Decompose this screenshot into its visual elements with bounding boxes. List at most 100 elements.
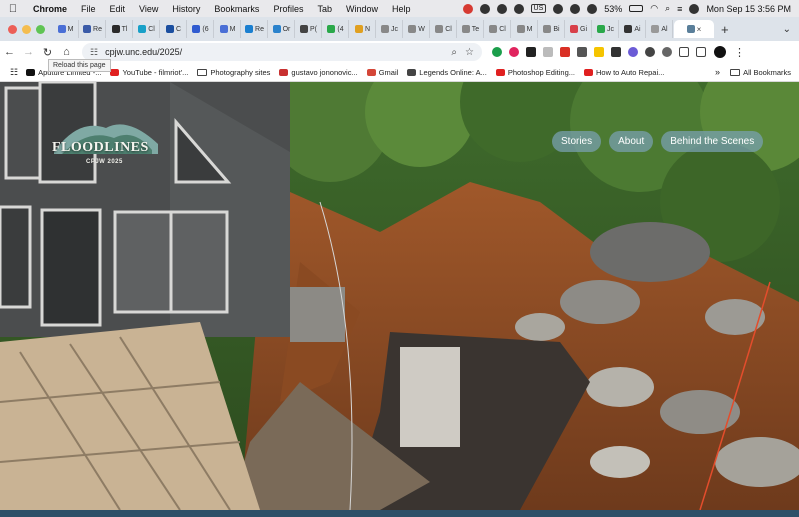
nav-stories-button[interactable]: Stories: [552, 131, 602, 152]
play-icon[interactable]: [553, 3, 564, 14]
battery-icon[interactable]: [629, 5, 644, 12]
tab-active[interactable]: ×: [674, 20, 714, 38]
minimize-window-button[interactable]: [22, 24, 31, 34]
tab[interactable]: Re: [242, 20, 268, 38]
tab-favicon: [516, 25, 525, 33]
tab[interactable]: Te: [458, 20, 484, 38]
bookmark-item[interactable]: How to Auto Repai...: [584, 68, 664, 77]
bookmark-star-icon[interactable]: ☆: [465, 47, 474, 58]
extension-icon[interactable]: [543, 47, 553, 57]
search-icon[interactable]: ⌕: [665, 3, 670, 14]
nav-about-button[interactable]: About: [609, 131, 654, 152]
bookmark-favicon: [584, 68, 593, 76]
profile-avatar[interactable]: [714, 46, 726, 58]
tab[interactable]: Al: [647, 20, 673, 38]
forward-button[interactable]: →: [19, 46, 38, 58]
tab[interactable]: Gi: [566, 20, 592, 38]
menu-chrome[interactable]: Chrome: [26, 4, 74, 14]
tab[interactable]: (4: [323, 20, 349, 38]
extension-icon[interactable]: [526, 47, 536, 57]
apps-grid-icon[interactable]: ☷: [10, 67, 18, 78]
sync-icon[interactable]: [513, 3, 524, 14]
tab-search-icon[interactable]: ⌄: [783, 24, 791, 35]
tab[interactable]: Bi: [539, 20, 565, 38]
download-icon[interactable]: [696, 47, 706, 57]
home-button[interactable]: ⌂: [57, 46, 76, 58]
extension-icon[interactable]: [645, 47, 655, 57]
menu-file[interactable]: File: [74, 4, 103, 14]
clock[interactable]: Mon Sep 15 3:56 PM: [706, 4, 791, 14]
bookmark-item[interactable]: YouTube - filmriot'...: [110, 68, 188, 77]
record-icon[interactable]: [462, 3, 473, 14]
menu-history[interactable]: History: [165, 4, 207, 14]
extension-icon[interactable]: [492, 47, 502, 57]
dropbox-icon[interactable]: [496, 3, 507, 14]
tab[interactable]: Cl: [485, 20, 511, 38]
menu-tab[interactable]: Tab: [310, 4, 339, 14]
tab-label: Jc: [391, 25, 398, 33]
menu-edit[interactable]: Edit: [103, 4, 133, 14]
tab[interactable]: N: [350, 20, 376, 38]
bookmark-item[interactable]: Legends Online: A...: [407, 68, 487, 77]
site-info-icon[interactable]: ☷: [90, 47, 98, 58]
extensions-puzzle-icon[interactable]: [679, 47, 689, 57]
bookmark-item[interactable]: Photography sites: [197, 68, 270, 77]
bookmark-item[interactable]: gustavo jononovic...: [279, 68, 358, 77]
new-tab-button[interactable]: +: [715, 22, 735, 37]
tab[interactable]: (6: [188, 20, 214, 38]
input-source-indicator[interactable]: US: [530, 4, 547, 13]
tab[interactable]: M: [512, 20, 538, 38]
wifi-icon[interactable]: ◠: [650, 3, 658, 14]
menu-bookmarks[interactable]: Bookmarks: [207, 4, 266, 14]
tab[interactable]: Jc: [377, 20, 403, 38]
extension-icon[interactable]: [628, 47, 638, 57]
url-text[interactable]: cpjw.unc.edu/2025/: [105, 47, 443, 57]
site-logo[interactable]: FLOODLINES CPJW 2025: [48, 114, 164, 170]
bookmark-item[interactable]: Photoshop Editing...: [495, 68, 575, 77]
close-window-button[interactable]: [8, 24, 17, 34]
tab[interactable]: M: [53, 20, 79, 38]
tab[interactable]: Cl: [134, 20, 160, 38]
bookmarks-bar: ☷ Aputure Limited -... YouTube - filmriot…: [0, 63, 799, 82]
extension-icon[interactable]: [662, 47, 672, 57]
extension-icon[interactable]: [509, 47, 519, 57]
all-bookmarks-button[interactable]: All Bookmarks: [730, 68, 791, 77]
tab-close-icon[interactable]: ×: [697, 25, 702, 34]
apple-icon[interactable]: : [0, 3, 26, 15]
creative-cloud-icon[interactable]: [479, 3, 490, 14]
more-bookmarks-button[interactable]: »: [715, 67, 720, 77]
bluetooth-icon[interactable]: [587, 3, 598, 14]
siri-icon[interactable]: [689, 3, 700, 14]
battery-percent[interactable]: 53%: [604, 4, 622, 14]
control-center-icon[interactable]: ≡: [677, 4, 682, 14]
tab[interactable]: M: [215, 20, 241, 38]
menu-view[interactable]: View: [132, 4, 165, 14]
tab[interactable]: C: [161, 20, 187, 38]
extension-icon[interactable]: [594, 47, 604, 57]
zoom-window-button[interactable]: [36, 24, 45, 34]
tab[interactable]: Jc: [593, 20, 619, 38]
menu-window[interactable]: Window: [339, 4, 385, 14]
nav-behind-the-scenes-button[interactable]: Behind the Scenes: [661, 131, 764, 152]
address-bar[interactable]: ☷ cpjw.unc.edu/2025/ ⌕ ☆: [82, 43, 482, 61]
tab[interactable]: Tl: [107, 20, 133, 38]
tab[interactable]: Re: [80, 20, 106, 38]
screen-icon[interactable]: [570, 3, 581, 14]
tab-favicon: [597, 25, 605, 33]
tab[interactable]: W: [404, 20, 430, 38]
tab[interactable]: Or: [269, 20, 295, 38]
extension-icon[interactable]: [611, 47, 621, 57]
chrome-menu-icon[interactable]: ⋮: [734, 46, 745, 59]
tab[interactable]: Cl: [431, 20, 457, 38]
tab[interactable]: Ai: [620, 20, 646, 38]
tab[interactable]: P(: [296, 20, 322, 38]
zoom-icon[interactable]: ⌕: [451, 47, 457, 58]
bookmark-item[interactable]: Gmail: [366, 68, 398, 77]
back-button[interactable]: ←: [0, 46, 19, 58]
tab-label: Bi: [553, 25, 560, 33]
reload-button[interactable]: ↻: [38, 46, 57, 59]
extension-icon[interactable]: [560, 47, 570, 57]
extension-icon[interactable]: [577, 47, 587, 57]
menu-profiles[interactable]: Profiles: [266, 4, 310, 14]
menu-help[interactable]: Help: [385, 4, 418, 14]
